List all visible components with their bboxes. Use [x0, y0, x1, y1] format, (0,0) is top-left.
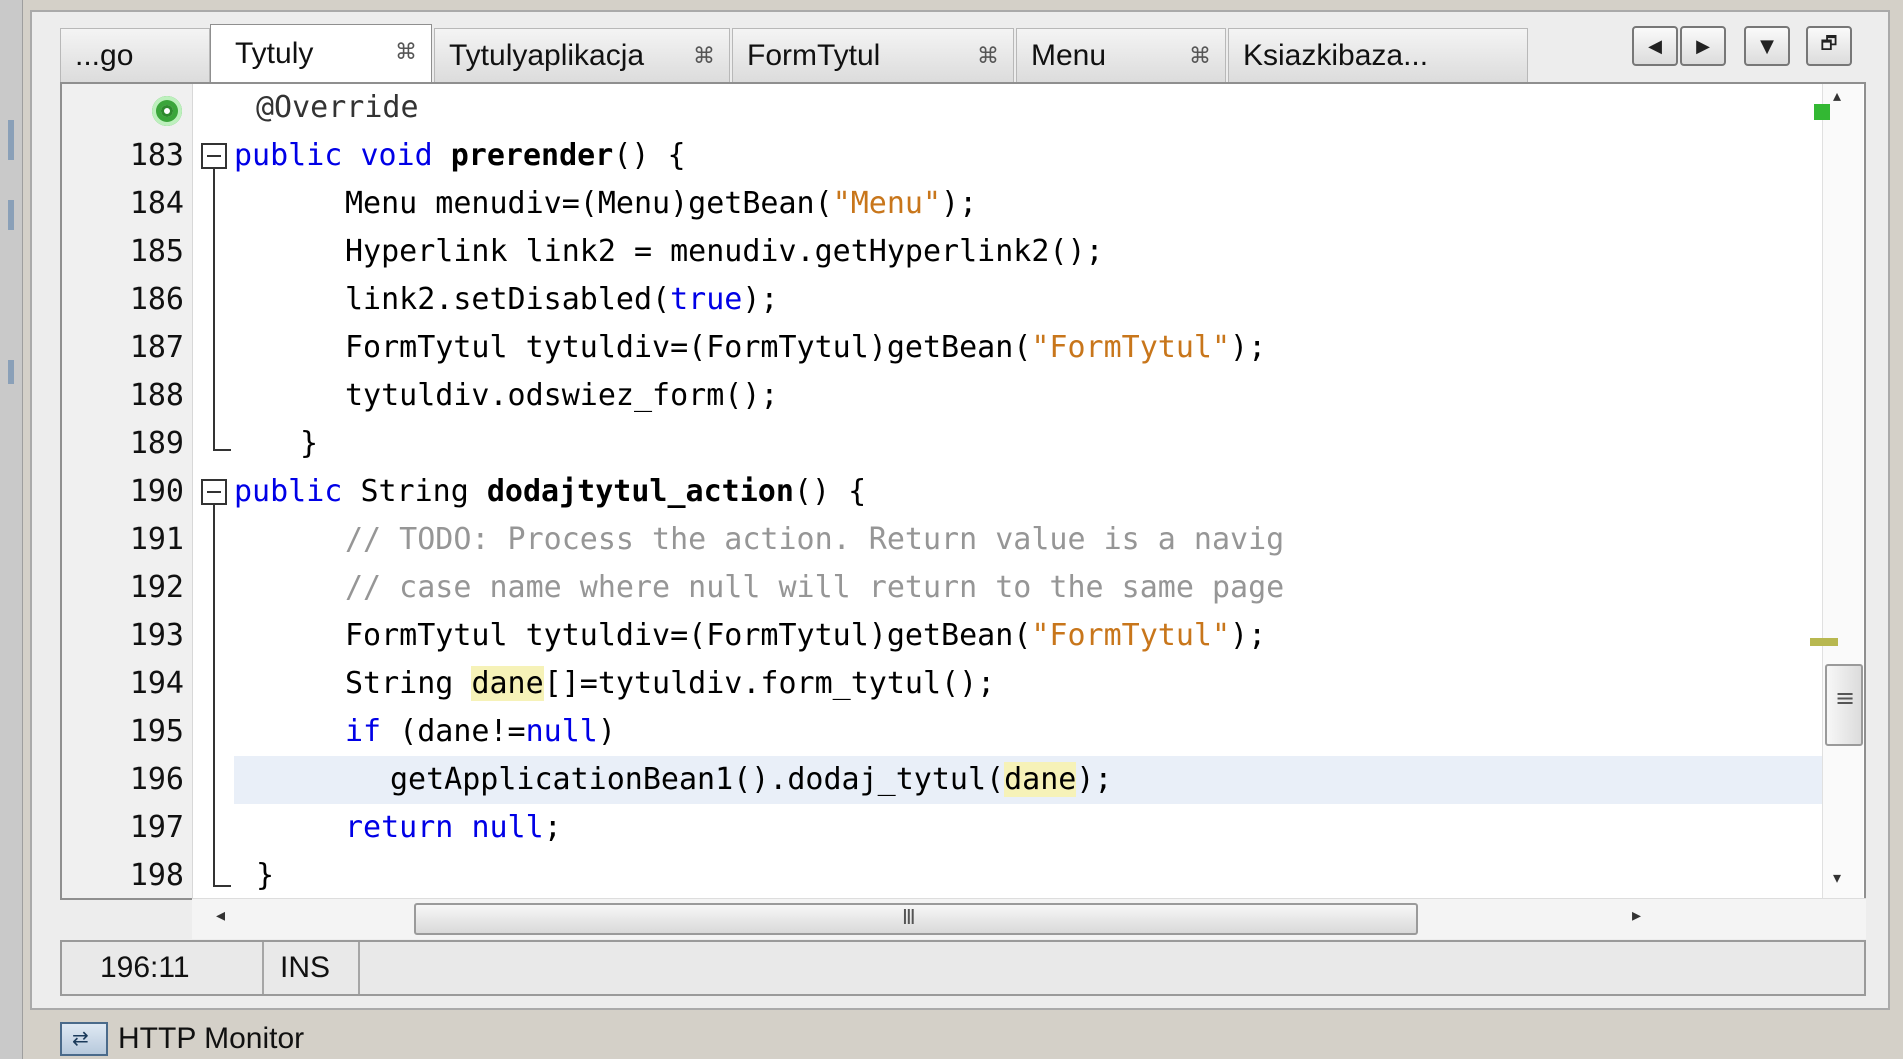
code-line-198: } [256, 858, 275, 893]
scroll-left-icon[interactable]: ◂ [216, 905, 225, 926]
code-line-195: if (dane!=null) [345, 714, 616, 749]
window-left-edge [0, 0, 23, 1059]
occurrence-marker-icon[interactable] [1810, 638, 1838, 646]
line-number: 184 [129, 186, 184, 221]
fold-toggle-icon[interactable] [201, 143, 227, 169]
line-number: 192 [129, 570, 184, 605]
line-number-gutter: 183 184 185 186 187 188 189 190 191 192 … [62, 84, 193, 898]
fold-guide [213, 505, 215, 885]
tab-label: Menu [1031, 38, 1107, 72]
line-number: 189 [129, 426, 184, 461]
line-number: 198 [129, 858, 184, 893]
caret-position: 196:11 [62, 942, 264, 994]
editor-status-bar: 196:11 INS [60, 940, 1866, 996]
line-number: 196 [129, 762, 184, 797]
line-number: 187 [129, 330, 184, 365]
tab-label: ...go [75, 38, 134, 72]
tab-menu[interactable]: Menu ⌘ [1016, 28, 1226, 82]
code-line-186: link2.setDisabled(true); [345, 282, 779, 317]
code-line-184: Menu menudiv=(Menu)getBean("Menu"); [345, 186, 978, 221]
tab-formtytul[interactable]: FormTytul ⌘ [732, 28, 1014, 82]
edge-marker [8, 120, 14, 160]
code-line-196-current: getApplicationBean1().dodaj_tytul(dane); [234, 756, 1822, 804]
tab-close-icon[interactable]: ⌘ [977, 43, 999, 69]
horizontal-scroll-thumb[interactable] [414, 903, 1418, 935]
line-number: 185 [129, 234, 184, 269]
code-line-197: return null; [345, 810, 562, 845]
line-number: 186 [129, 282, 184, 317]
scroll-tabs-right-icon[interactable]: ▶ [1680, 26, 1726, 66]
scroll-tabs-left-icon[interactable]: ◀ [1632, 26, 1678, 66]
tab-go[interactable]: ...go [60, 28, 210, 82]
editor-tabbar: ...go Tytuly ⌘ Tytulyaplikacja ⌘ FormTyt… [60, 24, 1880, 82]
no-errors-indicator-icon[interactable] [1814, 104, 1830, 120]
tab-label: FormTytul [747, 38, 881, 72]
insert-mode-indicator[interactable]: INS [264, 942, 360, 994]
tab-label: Ksiazkibaza... [1243, 38, 1429, 72]
tab-ksiazkibaza[interactable]: Ksiazkibaza... [1228, 28, 1528, 82]
code-line-190: public String dodajtytul_action() { [234, 474, 867, 509]
code-line-192: // case name where null will return to t… [345, 570, 1285, 605]
line-number: 193 [129, 618, 184, 653]
line-number: 195 [129, 714, 184, 749]
fold-guide [213, 169, 215, 449]
restore-window-icon[interactable]: 🗗 [1806, 26, 1852, 66]
code-editor[interactable]: 183 184 185 186 187 188 189 190 191 192 … [60, 82, 1866, 939]
tab-list-dropdown-icon[interactable]: ▼ [1744, 26, 1790, 66]
tab-label: Tytuly [235, 36, 314, 70]
override-method-icon[interactable] [152, 96, 182, 126]
line-number: 191 [129, 522, 184, 557]
code-area[interactable]: @Override public void prerender() { Menu… [234, 84, 1822, 894]
code-line-194: String dane[]=tytuldiv.form_tytul(); [345, 666, 996, 701]
line-number: 197 [129, 810, 184, 845]
horizontal-scrollbar[interactable]: ◂ ▸ [192, 898, 1866, 939]
code-line-191: // TODO: Process the action. Return valu… [345, 522, 1285, 557]
code-line-188: tytuldiv.odswiez_form(); [345, 378, 779, 413]
edge-marker [8, 360, 14, 384]
http-monitor-label: HTTP Monitor [118, 1022, 305, 1055]
line-number: 188 [129, 378, 184, 413]
tab-close-icon[interactable]: ⌘ [1189, 43, 1211, 69]
http-monitor-tab[interactable]: HTTP Monitor [60, 1020, 304, 1058]
fold-guide-end [213, 449, 231, 451]
line-number: 183 [129, 138, 184, 173]
tab-close-icon[interactable]: ⌘ [395, 39, 417, 65]
fold-guide-end [213, 885, 231, 887]
occurrence-highlight: dane [471, 666, 544, 701]
tab-label: Tytulyaplikacja [449, 38, 645, 72]
scroll-right-icon[interactable]: ▸ [1632, 905, 1641, 926]
line-number: 190 [129, 474, 184, 509]
occurrence-highlight: dane [1004, 762, 1077, 797]
fold-toggle-icon[interactable] [201, 479, 227, 505]
http-monitor-icon [60, 1022, 108, 1056]
code-line-183: public void prerender() { [234, 138, 686, 173]
code-line-annotation: @Override [256, 90, 419, 125]
tab-tytulyaplikacja[interactable]: Tytulyaplikacja ⌘ [434, 28, 730, 82]
code-line-185: Hyperlink link2 = menudiv.getHyperlink2(… [345, 234, 1104, 269]
line-number: 194 [129, 666, 184, 701]
tab-close-icon[interactable]: ⌘ [693, 43, 715, 69]
code-line-187: FormTytul tytuldiv=(FormTytul)getBean("F… [345, 330, 1267, 365]
edge-marker [8, 200, 14, 230]
code-line-193: FormTytul tytuldiv=(FormTytul)getBean("F… [345, 618, 1267, 653]
error-stripe[interactable] [1810, 86, 1838, 896]
tab-tytuly[interactable]: Tytuly ⌘ [210, 24, 432, 82]
code-line-189: } [300, 426, 319, 461]
